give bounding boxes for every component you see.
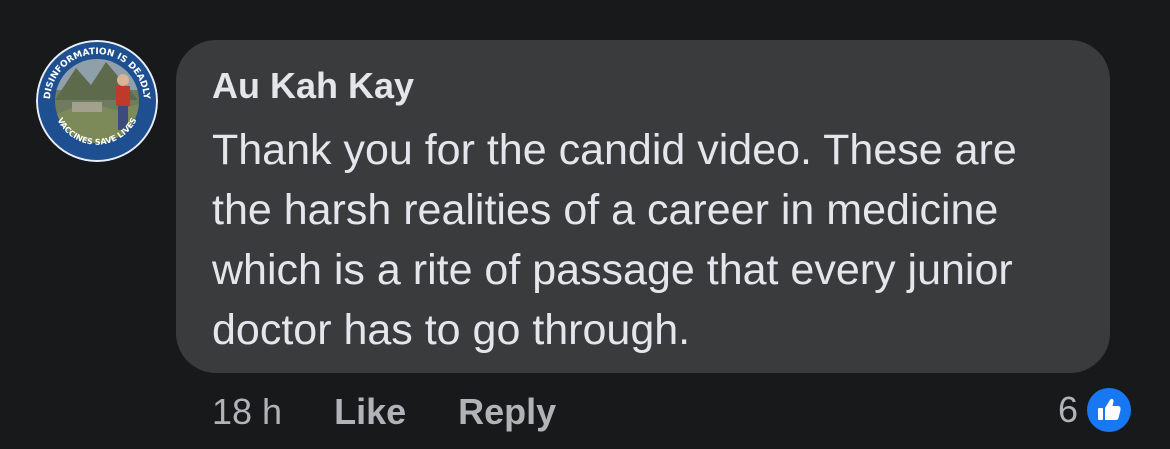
comment-text-line: doctor has to go through.: [212, 306, 691, 354]
reaction-count: 6: [1057, 389, 1078, 430]
comment-author[interactable]: Au Kah Kay: [212, 64, 1074, 108]
comment-actions: 18 h Like Reply: [212, 384, 556, 440]
comment-text-line: Thank you for the candid video. These ar…: [212, 126, 1017, 174]
comment-text-line: which is a rite of passage that every ju…: [212, 246, 1013, 294]
avatar-image: DISINFORMATION IS DEADLY VACCINES SAVE L…: [36, 40, 158, 162]
thumbs-up-icon: [1084, 385, 1134, 435]
like-button[interactable]: Like: [334, 391, 406, 433]
comment-bubble: Au Kah Kay Thank you for the candid vide…: [176, 40, 1110, 373]
comment-text: Thank you for the candid video. These ar…: [212, 120, 1074, 360]
comment-text-line: the harsh realities of a career in medic…: [212, 186, 999, 234]
reactions-summary[interactable]: 6: [1058, 384, 1134, 436]
reply-button[interactable]: Reply: [458, 391, 556, 433]
comment-timestamp[interactable]: 18 h: [212, 391, 282, 433]
avatar[interactable]: DISINFORMATION IS DEADLY VACCINES SAVE L…: [36, 40, 158, 162]
